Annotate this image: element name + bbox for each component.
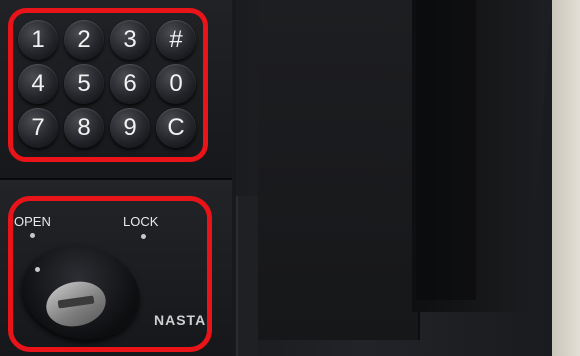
wall [550,0,580,356]
handle-tab [236,196,258,356]
lock-photo: 1 2 3 # 4 5 6 0 7 8 9 C OPEN LOCK NASTA [0,0,580,356]
handle-recess [258,0,420,340]
keypad-highlight-box [8,8,208,162]
cylinder-highlight-box [8,196,212,352]
grip-shadow [416,0,476,300]
